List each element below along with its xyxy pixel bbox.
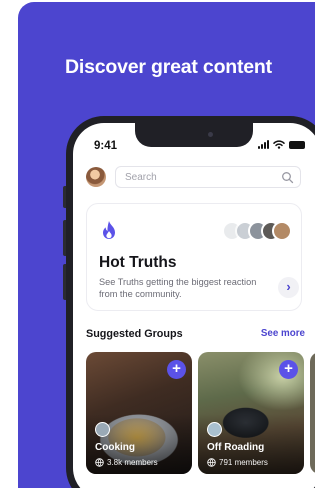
group-members: 3.8k members [95,458,158,467]
join-group-button[interactable]: + [279,360,298,379]
camera-icon [208,132,213,137]
phone-side-button [63,220,66,256]
group-members-count: 3.8k members [107,458,158,467]
phone-mockup: 9:41 Search Hot Truths See Truths gettin… [63,116,315,488]
globe-icon [95,458,104,467]
join-group-button[interactable]: + [167,360,186,379]
group-name: Off Roading [207,442,265,453]
phone-notch [135,123,253,147]
group-members-count: 791 members [219,458,268,467]
promo-headline: Discover great content [65,56,272,78]
avatar-stack [222,221,292,243]
promo-banner: Discover great content 9:41 Search Hot T… [18,2,315,488]
group-name: Cooking [95,442,135,453]
wifi-icon [273,140,285,149]
signal-icon [258,140,269,149]
group-members: 791 members [207,458,268,467]
group-avatar [95,422,110,437]
group-avatar [207,422,222,437]
status-icons [258,140,305,149]
phone-side-button [63,264,66,300]
suggested-groups-title: Suggested Groups [86,328,183,340]
search-icon [282,172,294,184]
search-input[interactable]: Search [115,166,301,188]
search-placeholder: Search [125,172,157,183]
hot-truths-card[interactable]: Hot Truths See Truths getting the bigges… [86,203,302,311]
see-more-link[interactable]: See more [261,328,305,339]
status-time: 9:41 [94,140,118,152]
user-avatar[interactable] [86,167,106,187]
hot-truths-description: See Truths getting the biggest reaction … [99,277,257,299]
phone-screen: 9:41 Search Hot Truths See Truths gettin… [73,123,315,488]
battery-icon [289,140,305,149]
globe-icon [207,458,216,467]
flame-icon [103,221,115,239]
group-card-off-roading[interactable]: + Off Roading 791 members [198,352,304,474]
avatar [272,221,292,241]
hot-truths-title: Hot Truths [99,254,177,271]
group-card-partial[interactable] [310,352,315,474]
chevron-right-icon[interactable]: › [278,277,299,298]
group-card-cooking[interactable]: + Cooking 3.8k members [86,352,192,474]
phone-side-button [63,186,66,208]
